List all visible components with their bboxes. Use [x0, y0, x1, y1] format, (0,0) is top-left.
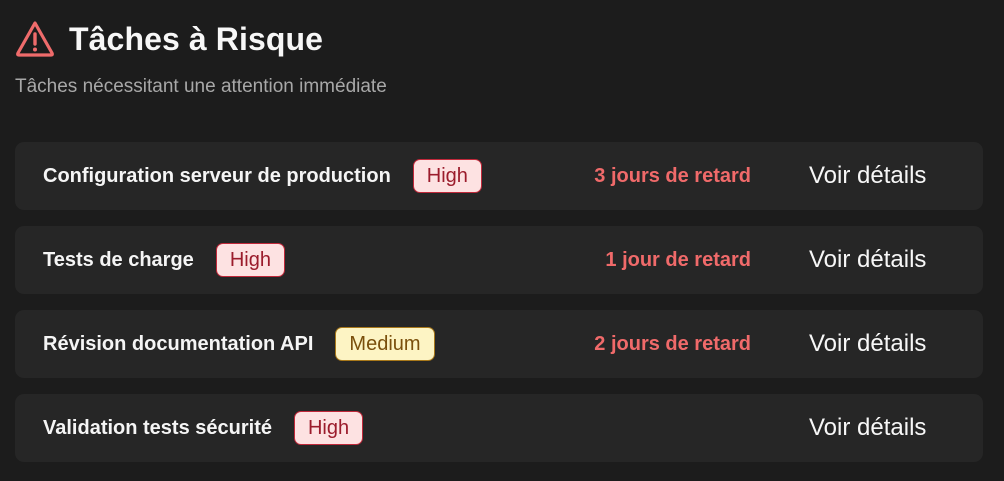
- priority-badge: High: [412, 159, 482, 193]
- delay-text: 1 jour de retard: [605, 249, 751, 271]
- priority-badge: High: [215, 243, 285, 277]
- task-list: Configuration serveur de production High…: [15, 142, 983, 478]
- task-name: Configuration serveur de production: [43, 164, 391, 187]
- page-title: Tâches à Risque: [69, 21, 324, 57]
- delay-text: 2 jours de retard: [594, 333, 751, 355]
- task-info: Tests de charge High: [43, 226, 285, 294]
- view-details-button[interactable]: Voir détails: [809, 142, 926, 210]
- task-name: Révision documentation API: [43, 332, 314, 355]
- page-subtitle: Tâches nécessitant une attention immédia…: [15, 76, 387, 97]
- task-name: Validation tests sécurité: [43, 416, 272, 439]
- task-row: Tests de charge High 1 jour de retard Vo…: [15, 226, 983, 294]
- task-info: Validation tests sécurité High: [43, 394, 364, 462]
- task-row: Révision documentation API Medium 2 jour…: [15, 310, 983, 378]
- delay-text: 3 jours de retard: [594, 165, 751, 187]
- view-details-button[interactable]: Voir détails: [809, 310, 926, 378]
- priority-badge: Medium: [335, 327, 435, 361]
- priority-badge: High: [293, 411, 364, 445]
- panel-header: Tâches à Risque: [15, 17, 323, 61]
- view-details-button[interactable]: Voir détails: [809, 226, 926, 294]
- warning-triangle-icon: [15, 19, 55, 59]
- task-row: Configuration serveur de production High…: [15, 142, 983, 210]
- at-risk-tasks-panel: Tâches à Risque Tâches nécessitant une a…: [0, 0, 1004, 481]
- task-info: Révision documentation API Medium: [43, 310, 435, 378]
- task-row: Validation tests sécurité High Voir déta…: [15, 394, 983, 462]
- task-info: Configuration serveur de production High: [43, 142, 482, 210]
- task-name: Tests de charge: [43, 248, 194, 271]
- view-details-button[interactable]: Voir détails: [809, 394, 926, 462]
